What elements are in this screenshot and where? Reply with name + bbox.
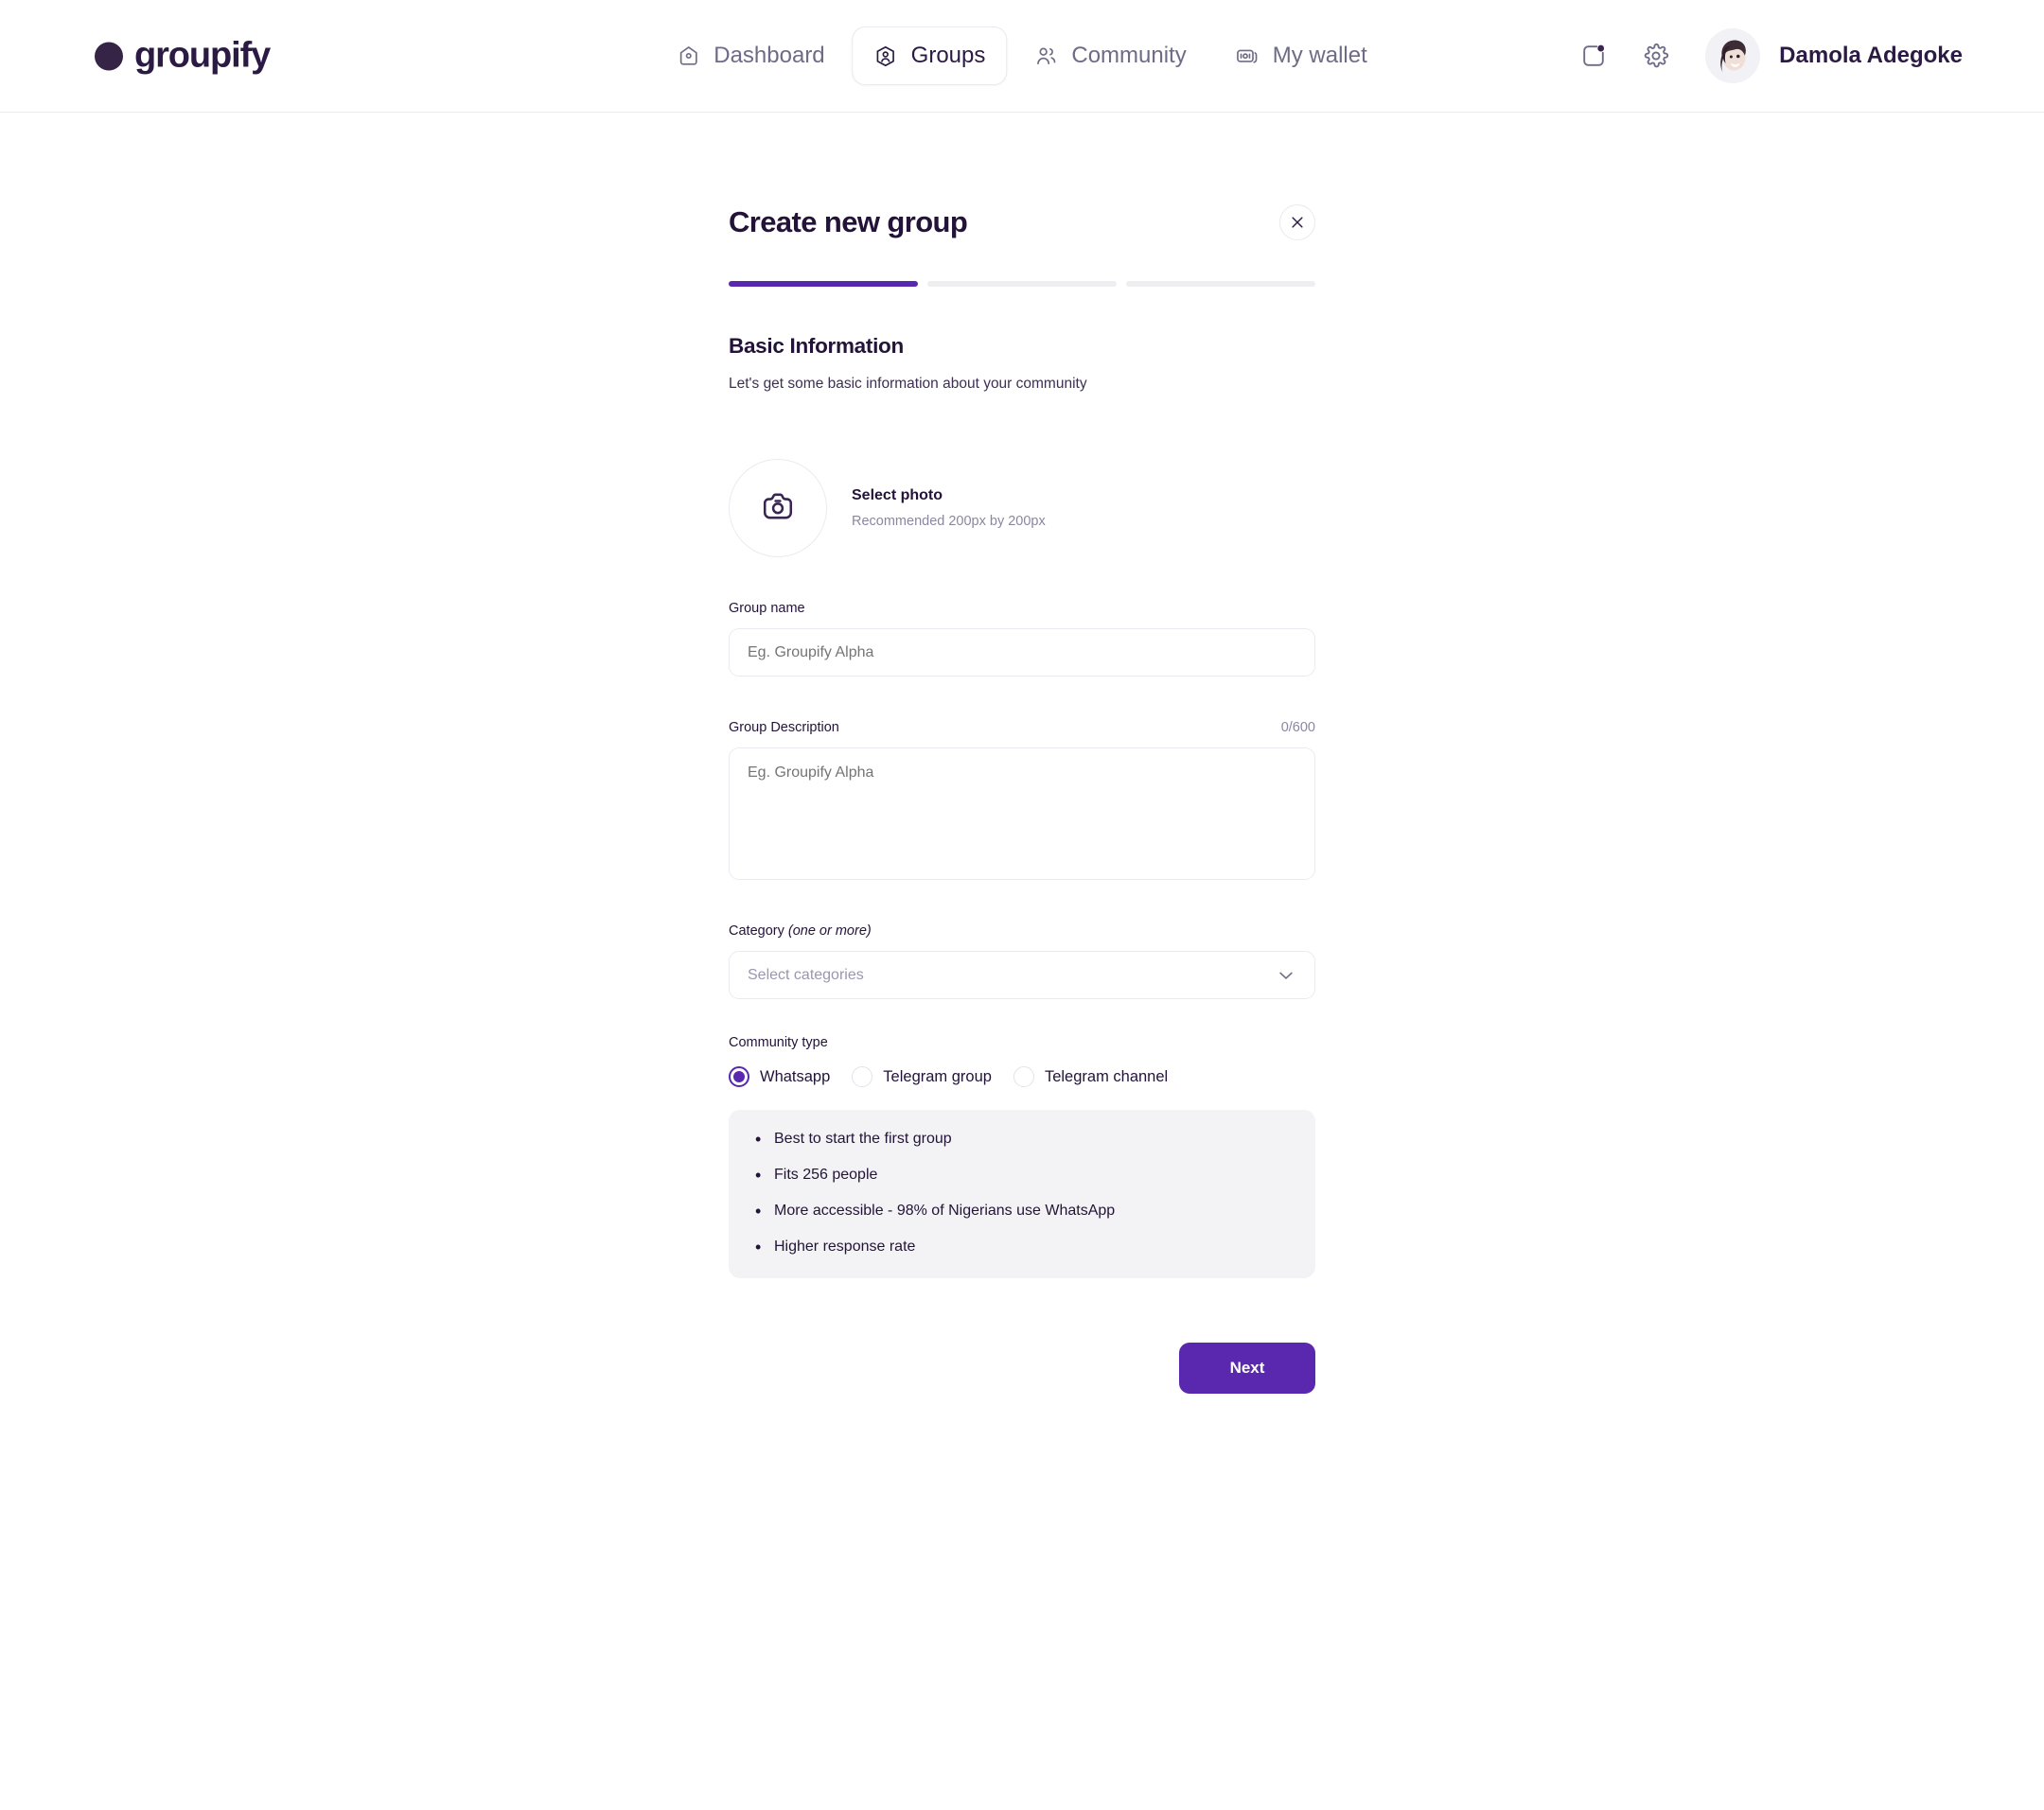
panel-header: Create new group	[729, 204, 1315, 240]
group-description-label-row: Group Description 0/600	[729, 720, 1315, 735]
radio-telegram-channel-dot[interactable]	[1013, 1066, 1034, 1087]
group-hexagon-icon	[874, 44, 898, 68]
home-icon	[677, 44, 700, 68]
photo-upload-button[interactable]	[729, 459, 827, 557]
group-name-label-row: Group name	[729, 601, 1315, 616]
top-header-bar: groupify Dashboard Groups Community My w…	[0, 0, 2044, 113]
nav-item-my-wallet[interactable]: My wallet	[1214, 26, 1389, 85]
wallet-icon	[1236, 44, 1260, 68]
radio-telegram-channel-label: Telegram channel	[1044, 1067, 1169, 1085]
group-description-field: Group Description 0/600	[729, 720, 1315, 880]
group-description-textarea[interactable]	[748, 764, 1296, 859]
group-name-input[interactable]	[748, 643, 1296, 661]
progress-steps	[729, 281, 1315, 287]
nav-label-dashboard: Dashboard	[714, 43, 825, 68]
community-type-radio-group: Whatsapp Telegram group Telegram channel	[729, 1066, 1315, 1087]
info-bullet-item: Fits 256 people	[753, 1166, 1291, 1186]
community-type-label: Community type	[729, 1035, 828, 1050]
group-name-label: Group name	[729, 601, 805, 616]
people-icon	[1034, 44, 1058, 68]
radio-telegram-channel[interactable]: Telegram channel	[1013, 1066, 1168, 1087]
nav-item-groups[interactable]: Groups	[852, 26, 1008, 85]
gear-icon[interactable]	[1637, 37, 1675, 75]
header-actions: Damola Adegoke	[1575, 28, 1963, 83]
chevron-down-icon	[1276, 965, 1296, 986]
progress-step-2	[927, 281, 1117, 287]
nav-item-dashboard[interactable]: Dashboard	[655, 26, 846, 85]
avatar	[1705, 28, 1761, 83]
group-description-label: Group Description	[729, 720, 839, 735]
user-menu[interactable]: Damola Adegoke	[1705, 28, 1963, 83]
create-group-panel: Create new group Basic Information Let's…	[729, 113, 1315, 1450]
camera-icon	[760, 488, 796, 529]
community-type-info-box: Best to start the first group Fits 256 p…	[729, 1110, 1315, 1278]
info-bullet-item: More accessible - 98% of Nigerians use W…	[753, 1202, 1291, 1221]
category-label-row: Category (one or more)	[729, 923, 1315, 939]
radio-telegram-group-label: Telegram group	[883, 1067, 992, 1085]
info-bullet-item: Higher response rate	[753, 1238, 1291, 1257]
nav-item-community[interactable]: Community	[1013, 26, 1207, 85]
info-bullet-item: Best to start the first group	[753, 1130, 1291, 1150]
photo-texts: Select photo Recommended 200px by 200px	[852, 487, 1046, 529]
category-label-note: (one or more)	[787, 923, 872, 939]
brand-logo[interactable]: groupify	[95, 35, 271, 77]
brand-name: groupify	[134, 35, 271, 76]
group-name-input-wrap[interactable]	[729, 628, 1315, 677]
community-type-label-row: Community type	[729, 1035, 1315, 1050]
category-select[interactable]: Select categories	[729, 951, 1315, 999]
close-icon[interactable]	[1279, 204, 1315, 240]
photo-picker[interactable]: Select photo Recommended 200px by 200px	[729, 459, 1315, 557]
character-counter: 0/600	[1280, 720, 1315, 735]
nav-label-groups: Groups	[910, 43, 986, 68]
next-button[interactable]: Next	[1179, 1343, 1315, 1394]
section-subtitle: Let's get some basic information about y…	[729, 376, 1087, 392]
radio-whatsapp-dot[interactable]	[729, 1066, 749, 1087]
logo-dot-icon	[95, 42, 123, 70]
progress-step-3	[1126, 281, 1315, 287]
user-name: Damola Adegoke	[1779, 43, 1963, 68]
category-label-text: Category	[729, 923, 784, 939]
community-type-field: Community type Whatsapp Telegram group T…	[729, 1035, 1315, 1278]
page-title: Create new group	[729, 205, 968, 238]
nav-label-community: Community	[1071, 43, 1187, 68]
radio-whatsapp[interactable]: Whatsapp	[729, 1066, 830, 1087]
category-label: Category (one or more)	[729, 923, 872, 939]
page-body: Create new group Basic Information Let's…	[0, 113, 2044, 1450]
nav-label-my-wallet: My wallet	[1272, 43, 1367, 68]
panel-footer: Next	[729, 1343, 1315, 1450]
group-name-field: Group name	[729, 601, 1315, 677]
group-description-input-wrap[interactable]	[729, 747, 1315, 880]
radio-whatsapp-label: Whatsapp	[760, 1067, 831, 1085]
section-title: Basic Information	[729, 334, 904, 358]
notification-icon[interactable]	[1575, 37, 1612, 75]
select-photo-label: Select photo	[852, 487, 943, 503]
main-navigation: Dashboard Groups Community My wallet	[655, 26, 1389, 85]
radio-telegram-group-dot[interactable]	[852, 1066, 873, 1087]
info-bullet-list: Best to start the first group Fits 256 p…	[753, 1130, 1291, 1257]
category-selected-value: Select categories	[748, 966, 864, 983]
radio-telegram-group[interactable]: Telegram group	[852, 1066, 992, 1087]
category-field: Category (one or more) Select categories	[729, 923, 1315, 999]
photo-hint: Recommended 200px by 200px	[852, 514, 1046, 529]
progress-step-1	[729, 281, 918, 287]
